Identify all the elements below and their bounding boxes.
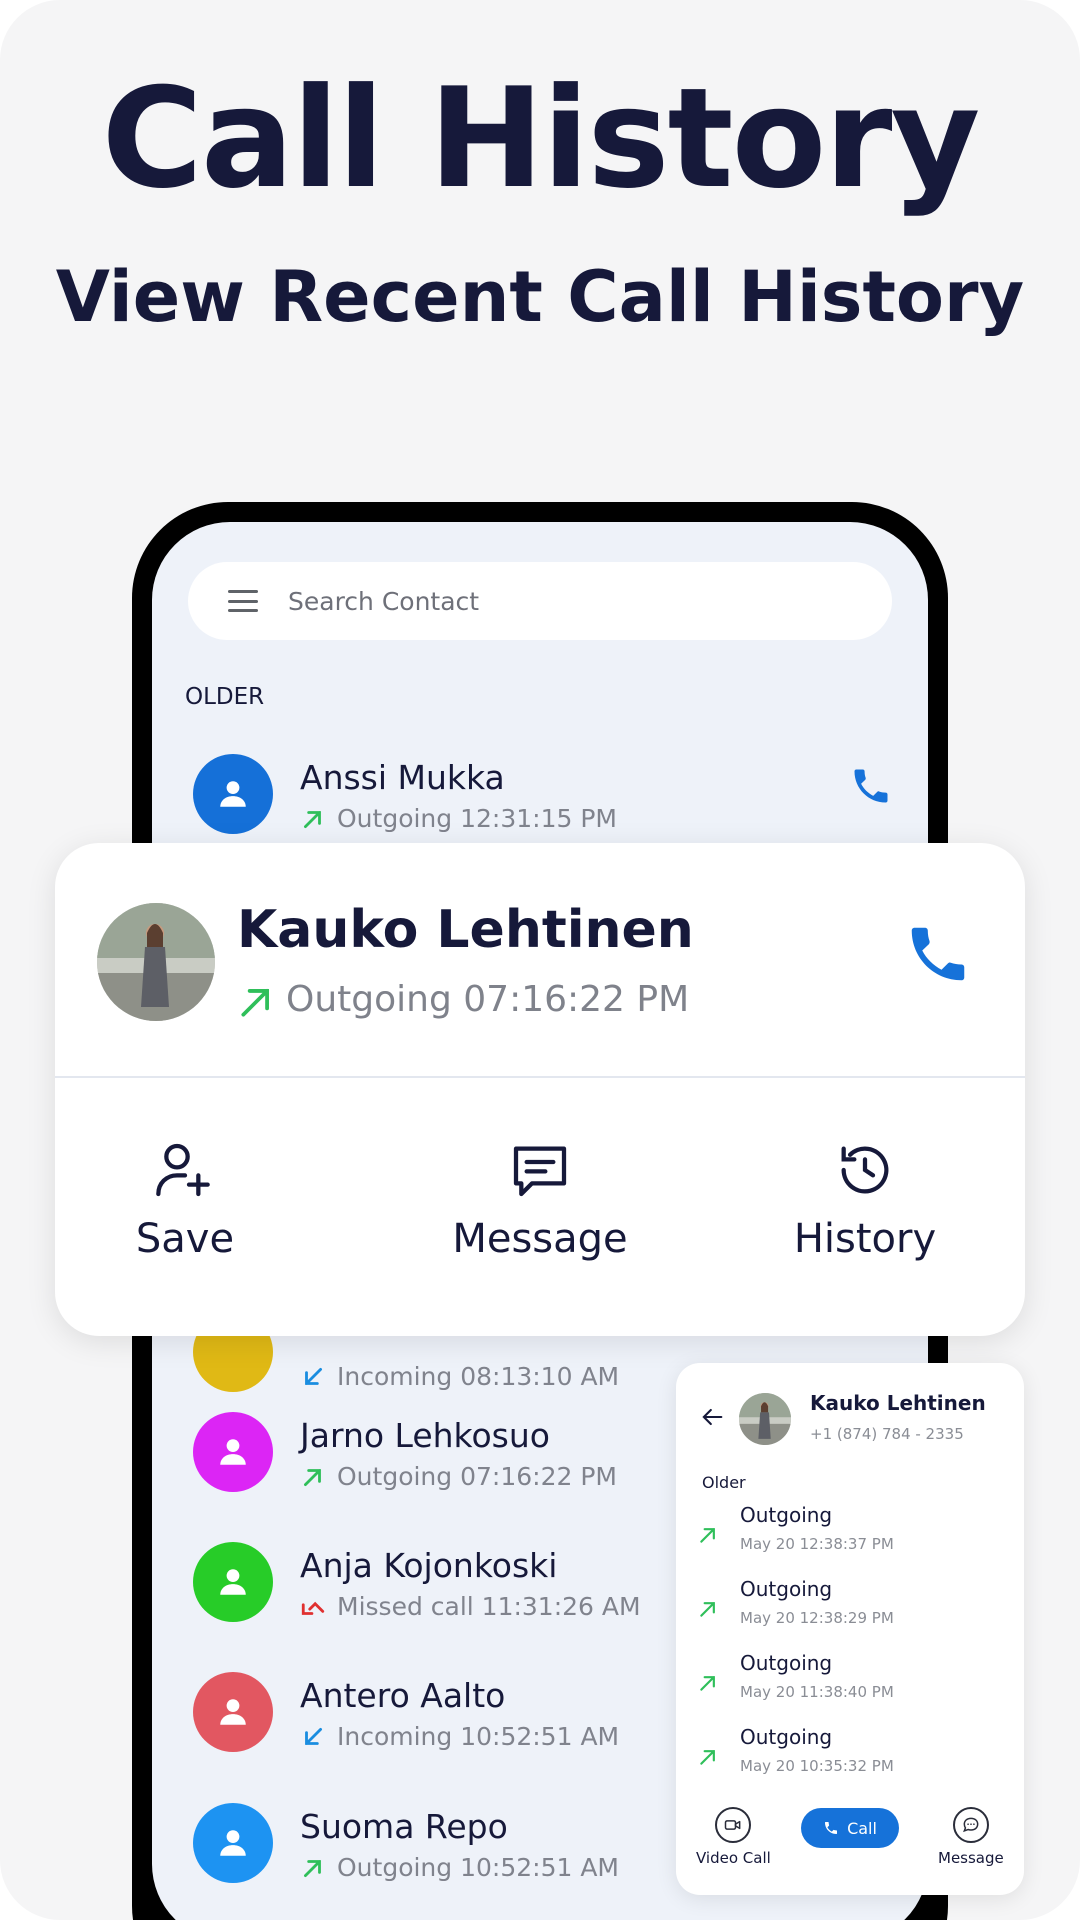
save-label: Save (135, 1216, 235, 1262)
phone-number: +1 (874) 784 - 2335 (810, 1425, 964, 1443)
contact-name: Anssi Mukka (300, 758, 505, 797)
back-arrow-icon[interactable] (698, 1403, 726, 1431)
phone-icon[interactable] (903, 919, 973, 989)
promo-canvas: Call History View Recent Call History Se… (0, 0, 1080, 1920)
contact-popup-card: Kauko Lehtinen Outgoing 07:16:22 PM Save… (55, 843, 1025, 1336)
avatar (193, 1412, 273, 1492)
promo-headline: Call History (101, 58, 981, 219)
message-button[interactable]: Message (938, 1807, 1004, 1867)
video-call-label: Video Call (696, 1849, 771, 1867)
outgoing-arrow-icon (700, 1676, 715, 1691)
history-label: History (793, 1216, 937, 1262)
phone-icon[interactable] (849, 764, 893, 808)
video-call-button[interactable]: Video Call (696, 1807, 771, 1867)
menu-icon[interactable] (228, 590, 258, 612)
outgoing-arrow-icon (700, 1602, 715, 1617)
message-label: Message (938, 1849, 1004, 1867)
call-log-row[interactable]: Anssi Mukka Outgoing 12:31:15 PM (193, 754, 893, 844)
outgoing-arrow-icon (304, 1469, 321, 1486)
outgoing-arrow-icon (700, 1528, 715, 1543)
history-entry: Outgoing May 20 10:35:32 PM (698, 1725, 998, 1785)
message-icon (513, 1146, 567, 1197)
outgoing-arrow-icon (304, 1860, 321, 1877)
promo-subheadline: View Recent Call History (55, 256, 1025, 338)
outgoing-arrow-icon (304, 811, 321, 828)
call-label: Call (847, 1818, 877, 1838)
contact-history-card: Kauko Lehtinen +1 (874) 784 - 2335 Older… (676, 1363, 1024, 1895)
history-button[interactable]: History (745, 1138, 985, 1262)
history-section-label: Older (702, 1473, 746, 1492)
save-button[interactable]: Save (65, 1138, 305, 1262)
call-status: Outgoing 12:31:15 PM (337, 804, 617, 833)
contact-name: Suoma Repo (300, 1807, 508, 1846)
divider (55, 1076, 1025, 1078)
history-icon (841, 1146, 889, 1194)
entry-date: May 20 10:35:32 PM (740, 1757, 894, 1775)
contact-name: Anja Kojonkoski (300, 1546, 558, 1585)
entry-date: May 20 12:38:29 PM (740, 1609, 894, 1627)
history-contact-name: Kauko Lehtinen (810, 1391, 986, 1415)
entry-type: Outgoing (740, 1503, 833, 1527)
contact-photo (739, 1393, 791, 1445)
popup-call-status: Outgoing 07:16:22 PM (286, 979, 690, 1020)
person-icon (220, 781, 246, 807)
message-label: Message (452, 1216, 628, 1262)
contact-name: Antero Aalto (300, 1676, 506, 1715)
entry-type: Outgoing (740, 1725, 833, 1749)
call-status: Incoming 10:52:51 AM (337, 1722, 620, 1751)
message-icon (952, 1807, 989, 1843)
missed-call-icon (301, 1601, 325, 1615)
entry-date: May 20 11:38:40 PM (740, 1683, 894, 1701)
person-icon (220, 1439, 246, 1465)
history-entry: Outgoing May 20 11:38:40 PM (698, 1651, 998, 1711)
popup-contact-name: Kauko Lehtinen (237, 900, 694, 960)
avatar (193, 1803, 273, 1883)
section-label: OLDER (185, 684, 265, 710)
add-person-icon (156, 1143, 210, 1197)
call-button[interactable]: Call (801, 1808, 899, 1848)
call-status: Outgoing 10:52:51 AM (337, 1853, 619, 1882)
phone-icon (825, 1822, 838, 1834)
incoming-arrow-icon (305, 1728, 322, 1745)
call-status: Missed call 11:31:26 AM (337, 1592, 641, 1621)
search-input[interactable]: Search Contact (288, 587, 479, 616)
person-icon (220, 1699, 246, 1725)
outgoing-arrow-icon (700, 1750, 715, 1765)
entry-date: May 20 12:38:37 PM (740, 1535, 894, 1553)
call-status: Outgoing 07:16:22 PM (337, 1462, 617, 1491)
contact-photo (97, 903, 215, 1021)
incoming-arrow-icon (305, 1368, 322, 1385)
search-bar[interactable]: Search Contact (188, 562, 892, 640)
avatar (193, 754, 273, 834)
outgoing-arrow-icon (241, 989, 269, 1017)
contact-name: Jarno Lehkosuo (300, 1416, 550, 1455)
message-button[interactable]: Message (420, 1138, 660, 1262)
history-entry: Outgoing May 20 12:38:37 PM (698, 1503, 998, 1563)
entry-type: Outgoing (740, 1577, 833, 1601)
history-entry: Outgoing May 20 12:38:29 PM (698, 1577, 998, 1637)
person-icon (220, 1830, 246, 1856)
avatar (193, 1672, 273, 1752)
person-icon (220, 1569, 246, 1595)
video-camera-icon (715, 1807, 752, 1843)
avatar (193, 1542, 273, 1622)
entry-type: Outgoing (740, 1651, 833, 1675)
call-status: Incoming 08:13:10 AM (337, 1362, 620, 1391)
